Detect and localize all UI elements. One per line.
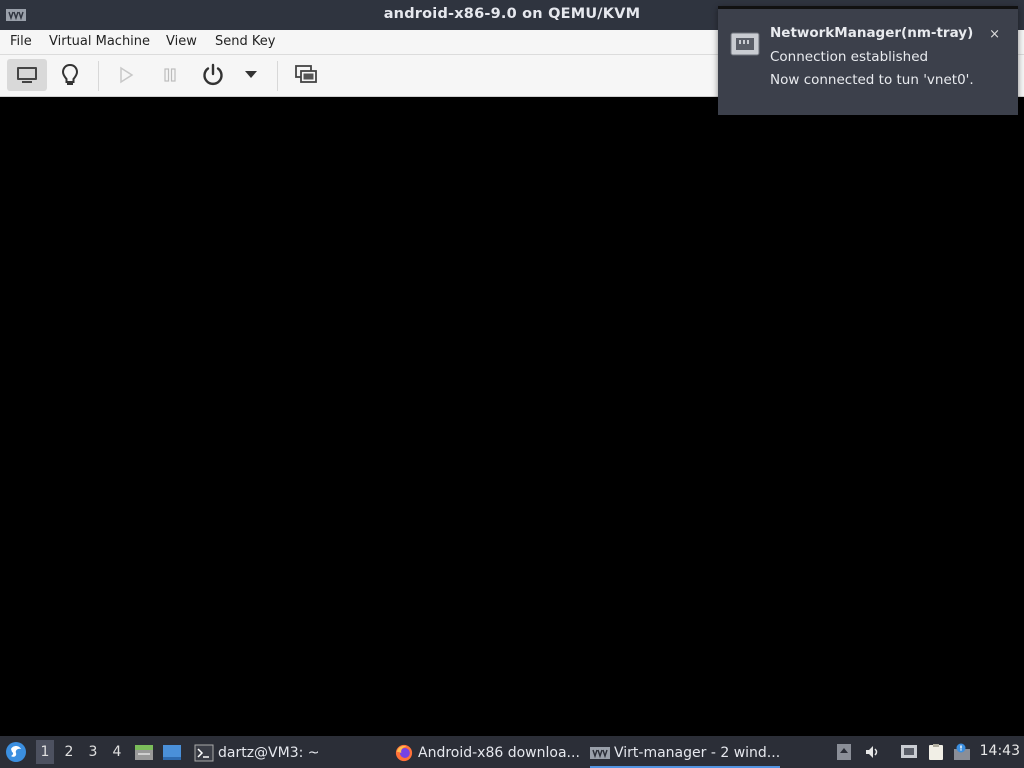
task-firefox[interactable]: Android-x86 downloa... <box>394 740 580 766</box>
task-virt-manager[interactable]: Virt-manager - 2 wind... <box>590 740 781 768</box>
chevron-down-icon <box>245 71 257 78</box>
menu-virtual-machine[interactable]: Virtual Machine <box>49 34 150 49</box>
lightbulb-icon <box>61 63 79 85</box>
workspace-1[interactable]: 1 <box>36 740 54 764</box>
taskbar: 1 2 3 4 dartz@VM3: ~ Android-x86 downloa… <box>0 736 1024 768</box>
toolbar-separator <box>98 61 99 91</box>
run-button[interactable] <box>106 59 146 91</box>
task-label: Android-x86 downloa... <box>418 745 580 761</box>
clock[interactable]: 14:43 <box>980 743 1020 759</box>
notification-body: Now connected to tun 'vnet0'. <box>770 72 974 88</box>
desktop-icon[interactable] <box>162 742 182 762</box>
file-manager-icon[interactable] <box>134 742 154 762</box>
screens-icon <box>295 65 317 83</box>
pause-button[interactable] <box>150 59 190 91</box>
task-label: dartz@VM3: ~ <box>218 745 320 761</box>
task-label: Virt-manager - 2 wind... <box>614 745 781 761</box>
shutdown-menu-button[interactable] <box>232 59 270 91</box>
power-icon <box>203 63 223 86</box>
menu-send-key[interactable]: Send Key <box>215 34 275 49</box>
volume-icon[interactable] <box>864 743 882 761</box>
monitor-icon <box>17 67 37 83</box>
network-wired-icon[interactable] <box>900 743 918 761</box>
shutdown-button[interactable] <box>193 59 233 91</box>
task-terminal[interactable]: dartz@VM3: ~ <box>194 740 320 766</box>
close-icon[interactable]: × <box>989 27 1000 42</box>
workspace-4[interactable]: 4 <box>108 740 126 764</box>
firefox-icon <box>395 744 413 762</box>
vm-console-display[interactable] <box>2 97 1022 735</box>
pause-icon <box>164 68 176 82</box>
clipboard-icon[interactable] <box>927 743 945 761</box>
snapshots-button[interactable] <box>286 59 326 91</box>
details-button[interactable] <box>50 59 90 91</box>
console-display-button[interactable] <box>7 59 47 91</box>
play-icon <box>120 66 134 84</box>
virt-manager-icon <box>590 747 610 759</box>
workspace-3[interactable]: 3 <box>84 740 102 764</box>
update-notifier-icon[interactable] <box>953 743 971 761</box>
network-wired-icon <box>730 32 760 56</box>
notification-popup[interactable]: NetworkManager(nm-tray) Connection estab… <box>718 6 1018 115</box>
menu-view[interactable]: View <box>166 34 197 49</box>
notification-summary: Connection established <box>770 49 929 65</box>
terminal-icon <box>194 744 214 762</box>
tray-arrow-icon[interactable] <box>835 743 853 761</box>
start-menu-icon[interactable] <box>5 741 27 763</box>
workspace-2[interactable]: 2 <box>60 740 78 764</box>
toolbar-separator <box>277 61 278 91</box>
menu-file[interactable]: File <box>10 34 32 49</box>
notification-title: NetworkManager(nm-tray) <box>770 25 974 41</box>
